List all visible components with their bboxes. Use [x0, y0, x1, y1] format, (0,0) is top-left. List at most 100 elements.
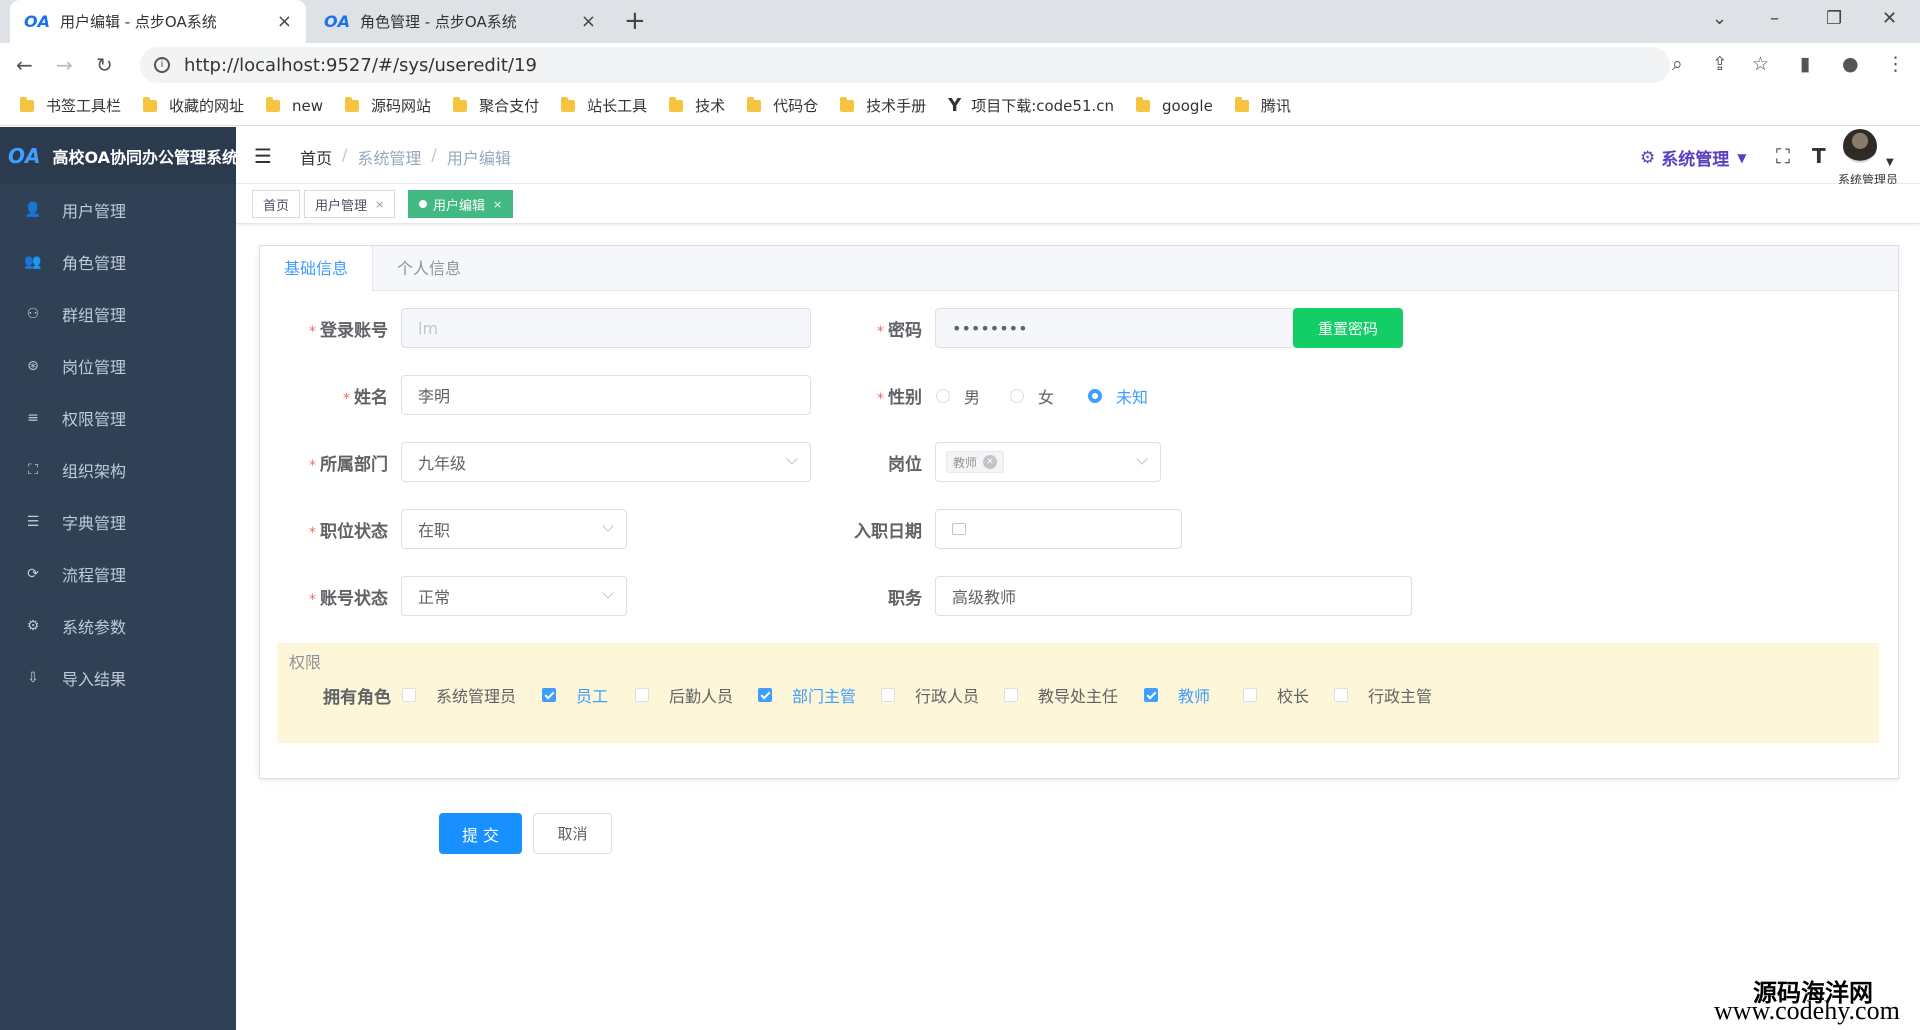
permissions-panel: 权限 拥有角色 系统管理员 员工 后勤人员 部门主管 行政人员 教导处主任 教师… — [277, 643, 1879, 743]
import-icon: ⇩ — [27, 670, 39, 686]
reset-password-button[interactable]: 重置密码 — [1293, 308, 1403, 348]
top-header: ☰ 首页 / 系统管理 / 用户编辑 ⚙ 系统管理 ▼ ⛶ T ▼ 系统管理员 — [236, 127, 1920, 187]
close-window-icon[interactable]: ✕ — [1882, 8, 1897, 29]
role-checkbox-sysadmin[interactable]: 系统管理员 — [402, 683, 516, 707]
login-account-input[interactable]: lm — [401, 308, 811, 348]
sidebar-item-workflow[interactable]: ⟳ 流程管理 — [0, 548, 236, 600]
sidebar-item-import[interactable]: ⇩ 导入结果 — [0, 652, 236, 704]
profile-icon[interactable]: ● — [1842, 53, 1859, 75]
role-checkbox-dept-head[interactable]: 部门主管 — [758, 683, 856, 707]
folder-icon — [143, 96, 158, 112]
tab-search-chevron-icon[interactable]: ⌄ — [1712, 8, 1727, 29]
oa-favicon-icon: OA — [24, 12, 50, 31]
chevron-down-icon — [602, 520, 614, 532]
share-icon[interactable]: ⇪ — [1712, 53, 1728, 75]
hamburger-icon[interactable]: ☰ — [254, 144, 272, 168]
role-checkbox-dean[interactable]: 教导处主任 — [1004, 683, 1118, 707]
folder-icon — [840, 96, 855, 112]
bookmark-star-icon[interactable]: ☆ — [1752, 53, 1769, 75]
bookmark-item[interactable]: Y 项目下载:code51.cn — [948, 95, 1114, 116]
remove-tag-icon[interactable]: ✕ — [983, 455, 998, 469]
sidebar-item-permissions[interactable]: ≡ 权限管理 — [0, 392, 236, 444]
reload-icon[interactable]: ↻ — [96, 53, 113, 77]
avatar[interactable] — [1843, 129, 1877, 163]
role-checkbox-staff[interactable]: 员工 — [542, 683, 608, 707]
fullscreen-icon[interactable]: ⛶ — [1776, 144, 1790, 168]
job-status-label: * 职位状态 — [309, 522, 388, 542]
close-tab-icon[interactable]: × — [581, 11, 596, 32]
close-tag-icon[interactable]: × — [375, 198, 384, 211]
submit-button[interactable]: 提 交 — [439, 813, 522, 854]
bookmark-item[interactable]: 技术手册 — [840, 95, 926, 116]
tag-home[interactable]: 首页 — [252, 190, 301, 218]
app-name: 高校OA协同办公管理系统 — [52, 147, 239, 167]
gender-radio-female[interactable]: 女 — [1010, 384, 1054, 408]
back-icon[interactable]: ← — [16, 53, 33, 77]
bookmarks-bar: 书签工具栏 收藏的网址 new 源码网站 聚合支付 站长工具 技术 代码仓 技术… — [0, 86, 1920, 126]
font-size-icon[interactable]: T — [1812, 144, 1826, 168]
restore-icon[interactable]: ❐ — [1826, 8, 1842, 29]
oa-favicon-icon: OA — [324, 12, 350, 31]
account-status-select[interactable]: 正常 — [401, 576, 627, 616]
folder-icon — [1234, 96, 1249, 112]
tab-personal-info[interactable]: 个人信息 — [373, 246, 485, 291]
bookmark-item[interactable]: 腾讯 — [1234, 95, 1291, 116]
post-select[interactable]: 教师 ✕ — [935, 442, 1161, 482]
sidebar-item-dictionary[interactable]: ☰ 字典管理 — [0, 496, 236, 548]
close-tab-icon[interactable]: × — [277, 11, 292, 32]
sidebar-item-users[interactable]: 👤 用户管理 — [0, 184, 236, 236]
sidebar-item-settings[interactable]: ⚙ 系统参数 — [0, 600, 236, 652]
password-input[interactable]: •••••••• — [935, 308, 1295, 348]
sidebar-item-org[interactable]: ⛶ 组织架构 — [0, 444, 236, 496]
tab-basic-info[interactable]: 基础信息 — [260, 246, 374, 292]
hire-date-picker[interactable] — [935, 509, 1182, 549]
sidebar-item-roles[interactable]: 👥 角色管理 — [0, 236, 236, 288]
account-status-label: * 账号状态 — [309, 589, 388, 609]
role-checkbox-teacher[interactable]: 教师 — [1144, 683, 1210, 707]
browser-tab-role-manage[interactable]: OA 角色管理 - 点步OA系统 × — [310, 0, 610, 43]
breadcrumb-item[interactable]: 首页 — [300, 145, 332, 169]
minimize-icon[interactable]: – — [1770, 8, 1779, 29]
app-logo[interactable]: OA 高校OA协同办公管理系统 — [0, 127, 239, 184]
system-menu-dropdown[interactable]: ⚙ 系统管理 ▼ — [1640, 145, 1746, 171]
bookmark-item[interactable]: 技术 — [669, 95, 725, 116]
department-select[interactable]: 九年级 — [401, 442, 811, 482]
duty-input[interactable]: 高级教师 — [935, 576, 1412, 616]
url-field[interactable]: i http://localhost:9527/#/sys/useredit/1… — [140, 47, 1670, 83]
caret-down-icon[interactable]: ▼ — [1886, 157, 1894, 168]
role-checkbox-logistics[interactable]: 后勤人员 — [635, 683, 733, 707]
browser-menu-icon[interactable]: ⋮ — [1886, 53, 1905, 75]
gear-icon: ⚙ — [1640, 147, 1656, 168]
browser-tab-user-edit[interactable]: OA 用户编辑 - 点步OA系统 × — [10, 0, 306, 43]
new-tab-button[interactable]: + — [624, 6, 646, 36]
role-checkbox-admin-head[interactable]: 行政主管 — [1334, 683, 1432, 707]
close-tag-icon[interactable]: × — [493, 198, 502, 211]
gender-radio-male[interactable]: 男 — [936, 384, 980, 408]
bookmark-item[interactable]: 收藏的网址 — [143, 95, 244, 116]
role-checkbox-principal[interactable]: 校长 — [1243, 683, 1309, 707]
bookmark-item[interactable]: 站长工具 — [561, 95, 647, 116]
sidebar-item-groups[interactable]: ⚇ 群组管理 — [0, 288, 236, 340]
bookmark-item[interactable]: google — [1136, 96, 1213, 115]
zoom-icon[interactable]: ⌕ — [1672, 53, 1683, 75]
gender-radio-unknown[interactable]: 未知 — [1088, 384, 1148, 408]
bookmark-item[interactable]: new — [266, 96, 323, 115]
folder-icon — [453, 96, 468, 112]
job-status-select[interactable]: 在职 — [401, 509, 627, 549]
tag-user-edit[interactable]: 用户编辑 × — [408, 190, 514, 218]
name-input[interactable]: 李明 — [401, 375, 811, 415]
y-logo-icon: Y — [948, 95, 962, 116]
forward-icon[interactable]: → — [56, 53, 73, 77]
bookmark-item[interactable]: 聚合支付 — [453, 95, 539, 116]
department-label: * 所属部门 — [309, 455, 388, 475]
side-panel-icon[interactable]: ▮ — [1800, 53, 1810, 75]
tags-view: 首页 用户管理 × 用户编辑 × — [236, 184, 1920, 224]
bookmark-item[interactable]: 源码网站 — [345, 95, 431, 116]
cancel-button[interactable]: 取消 — [533, 813, 612, 854]
sidebar-item-posts[interactable]: ⊛ 岗位管理 — [0, 340, 236, 392]
bookmark-item[interactable]: 书签工具栏 — [20, 95, 121, 116]
bookmark-item[interactable]: 代码仓 — [747, 95, 818, 116]
role-checkbox-admin-staff[interactable]: 行政人员 — [881, 683, 979, 707]
site-info-icon[interactable]: i — [154, 57, 170, 73]
tag-user-manage[interactable]: 用户管理 × — [304, 190, 396, 218]
